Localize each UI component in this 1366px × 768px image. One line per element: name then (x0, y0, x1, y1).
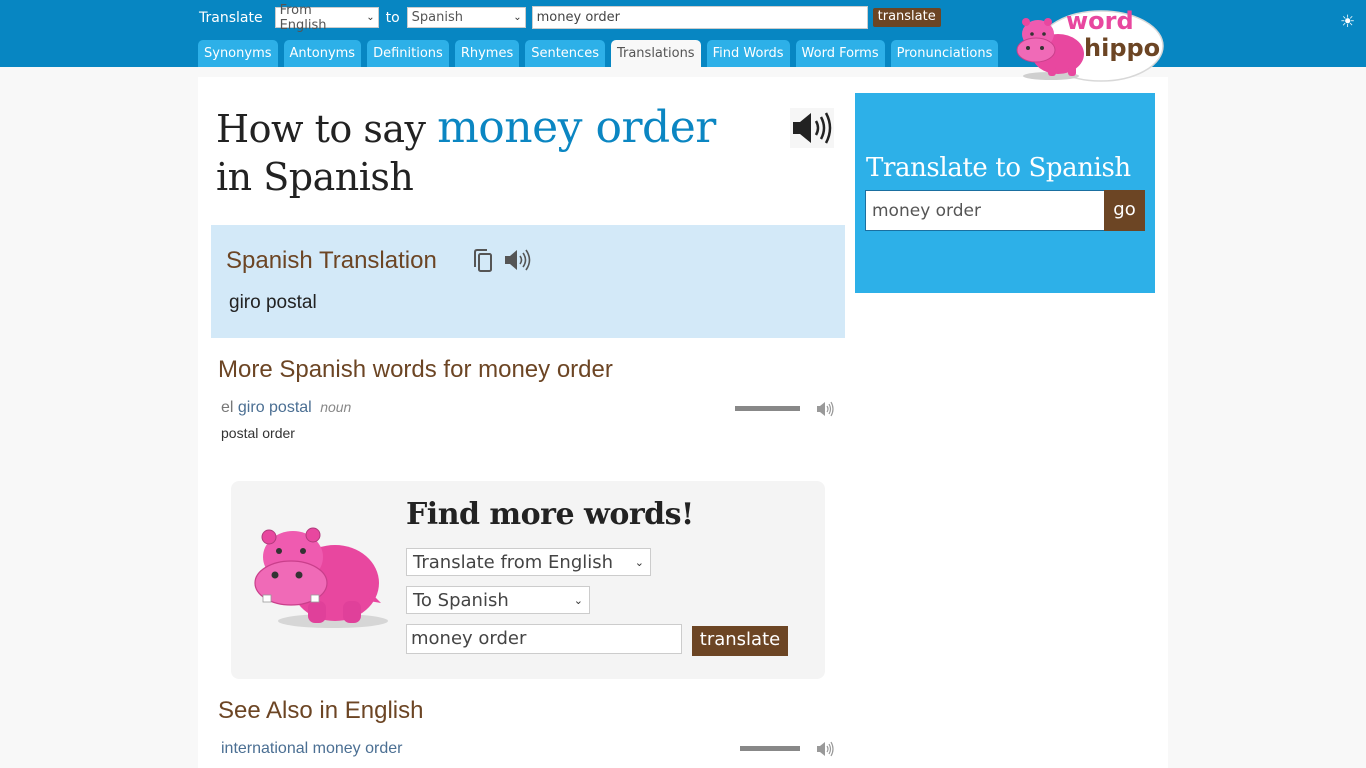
hippo-icon (254, 527, 388, 628)
frequency-fill (735, 406, 800, 411)
tab-antonyms[interactable]: Antonyms (283, 40, 362, 67)
frequency-meter (735, 406, 800, 411)
sidebar-title: Translate to Spanish (866, 153, 1131, 183)
wordhippo-logo[interactable]: word hippo (1016, 4, 1166, 82)
sidebar-translate-input[interactable]: money order (865, 190, 1105, 231)
see-also-heading: See Also in English (218, 697, 424, 724)
word-link[interactable]: international money order (221, 740, 402, 757)
tab-rhymes[interactable]: Rhymes (454, 40, 520, 67)
title-suffix: in Spanish (216, 155, 414, 199)
word-article: el (221, 399, 234, 416)
to-language-select[interactable]: Spanish ⌄ (406, 7, 526, 28)
tab-pronunciations[interactable]: Pronunciations (890, 40, 999, 67)
word-link[interactable]: giro postal (238, 399, 312, 416)
tab-sentences[interactable]: Sentences (525, 40, 605, 67)
frequency-fill (740, 746, 800, 751)
translation-text: giro postal (229, 292, 317, 313)
translate-from-select[interactable]: Translate from English ⌄ (406, 548, 651, 576)
find-more-input[interactable]: money order (406, 624, 682, 654)
chevron-down-icon: ⌄ (366, 12, 375, 23)
copy-icon[interactable] (473, 249, 493, 273)
translation-box: Spanish Translation giro postal (211, 225, 845, 338)
part-of-speech: noun (320, 399, 352, 415)
tab-synonyms[interactable]: Synonyms (198, 40, 278, 67)
more-words-heading: More Spanish words for money order (218, 356, 613, 383)
title-prefix: How to say (216, 107, 426, 151)
find-more-translate-button[interactable]: translate (692, 626, 788, 656)
list-item: el giro postal noun (221, 399, 351, 417)
speaker-icon[interactable] (816, 741, 836, 757)
tab-translations[interactable]: Translations (610, 40, 701, 67)
to-label: to (385, 9, 400, 26)
to-language-value: Spanish (411, 10, 463, 25)
tab-find-words[interactable]: Find Words (706, 40, 790, 67)
logo-word-text: word (1066, 7, 1134, 35)
word-definition: postal order (221, 425, 295, 441)
page-title: How to say money order in Spanish (216, 104, 776, 201)
speaker-icon[interactable] (816, 401, 836, 417)
tab-definitions[interactable]: Definitions (367, 40, 449, 67)
quick-translate-form: Translate From English ⌄ to Spanish ⌄ mo… (199, 3, 941, 33)
speaker-icon[interactable] (504, 249, 532, 271)
sidebar-translate-box: Translate to Spanish money order go (855, 93, 1155, 293)
translate-from-value: Translate from English (413, 551, 614, 573)
frequency-meter (740, 746, 800, 751)
translate-to-select[interactable]: To Spanish ⌄ (406, 586, 590, 614)
translate-label: Translate (199, 9, 263, 26)
find-more-title: Find more words! (406, 497, 694, 532)
translate-button[interactable]: translate (872, 8, 941, 27)
chevron-down-icon: ⌄ (573, 593, 583, 607)
nav-tabs: Synonyms Antonyms Definitions Rhymes Sen… (198, 40, 1004, 67)
translate-to-value: To Spanish (413, 589, 509, 611)
word-search-input[interactable]: money order (531, 6, 868, 29)
from-language-select[interactable]: From English ⌄ (274, 3, 379, 33)
list-item: international money order (221, 740, 402, 758)
title-keyword: money order (437, 102, 716, 153)
tab-word-forms[interactable]: Word Forms (795, 40, 885, 67)
speaker-icon[interactable] (790, 108, 834, 148)
logo-hippo-text: hippo (1084, 34, 1160, 62)
chevron-down-icon: ⌄ (634, 555, 644, 569)
chevron-down-icon: ⌄ (513, 12, 522, 23)
from-language-value: From English (279, 2, 327, 33)
go-button[interactable]: go (1104, 190, 1145, 231)
find-more-words-panel: Find more words! Translate from English … (231, 481, 825, 679)
sun-icon[interactable]: ☀ (1340, 12, 1355, 32)
translation-heading: Spanish Translation (226, 247, 437, 274)
